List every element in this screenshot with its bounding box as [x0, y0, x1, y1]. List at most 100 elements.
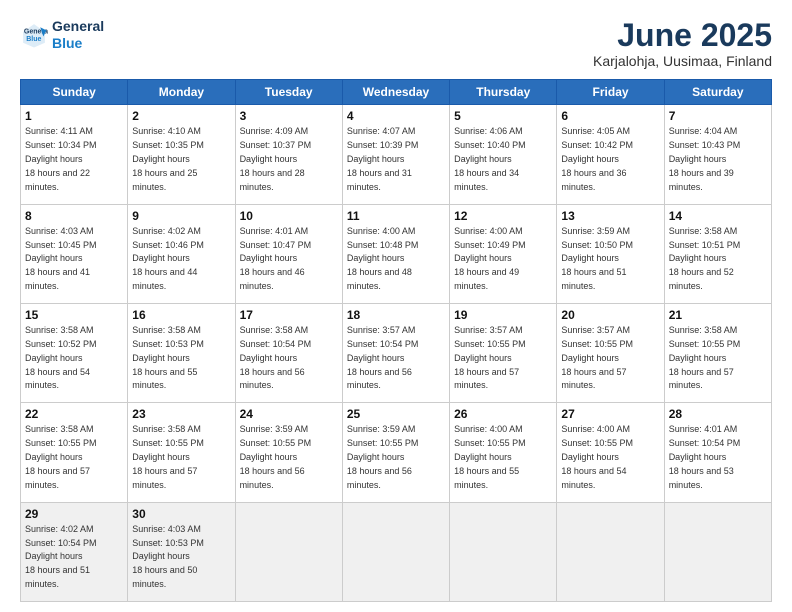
day-info: Sunrise: 3:59 AMSunset: 10:55 PMDaylight…: [347, 424, 419, 489]
table-row: 7 Sunrise: 4:04 AMSunset: 10:43 PMDayligh…: [664, 105, 771, 204]
col-monday: Monday: [128, 80, 235, 105]
day-number: 10: [240, 208, 338, 224]
logo-text-blue: Blue: [52, 35, 104, 52]
calendar-week-4: 22 Sunrise: 3:58 AMSunset: 10:55 PMDaylig…: [21, 403, 772, 502]
day-info: Sunrise: 4:00 AMSunset: 10:49 PMDaylight…: [454, 226, 526, 291]
table-row: 1Sunrise: 4:11 AMSunset: 10:34 PMDayligh…: [21, 105, 128, 204]
table-row: [664, 502, 771, 601]
day-number: 26: [454, 406, 552, 422]
table-row: 24 Sunrise: 3:59 AMSunset: 10:55 PMDaylig…: [235, 403, 342, 502]
table-row: 2 Sunrise: 4:10 AMSunset: 10:35 PMDayligh…: [128, 105, 235, 204]
table-row: 20Sunrise: 3:57 AMSunset: 10:55 PMDaylig…: [557, 303, 664, 402]
day-info: Sunrise: 4:01 AMSunset: 10:54 PMDaylight…: [669, 424, 741, 489]
day-number: 14: [669, 208, 767, 224]
day-info: Sunrise: 4:00 AMSunset: 10:55 PMDaylight…: [454, 424, 526, 489]
day-info: Sunrise: 4:00 AMSunset: 10:55 PMDaylight…: [561, 424, 633, 489]
day-number: 3: [240, 108, 338, 124]
day-info: Sunrise: 4:02 AMSunset: 10:54 PMDaylight…: [25, 524, 97, 589]
table-row: [450, 502, 557, 601]
day-info: Sunrise: 3:58 AMSunset: 10:55 PMDaylight…: [25, 424, 97, 489]
calendar-week-2: 8Sunrise: 4:03 AMSunset: 10:45 PMDayligh…: [21, 204, 772, 303]
day-number: 27: [561, 406, 659, 422]
day-info: Sunrise: 3:57 AMSunset: 10:55 PMDaylight…: [454, 325, 526, 390]
day-info: Sunrise: 3:58 AMSunset: 10:54 PMDaylight…: [240, 325, 312, 390]
table-row: [235, 502, 342, 601]
calendar-table: Sunday Monday Tuesday Wednesday Thursday…: [20, 79, 772, 602]
table-row: 22 Sunrise: 3:58 AMSunset: 10:55 PMDaylig…: [21, 403, 128, 502]
table-row: [342, 502, 449, 601]
day-info: Sunrise: 4:01 AMSunset: 10:47 PMDaylight…: [240, 226, 312, 291]
table-row: 10 Sunrise: 4:01 AMSunset: 10:47 PMDaylig…: [235, 204, 342, 303]
day-info: Sunrise: 3:57 AMSunset: 10:54 PMDaylight…: [347, 325, 419, 390]
svg-text:Blue: Blue: [26, 36, 41, 43]
day-number: 18: [347, 307, 445, 323]
page: General Blue General Blue June 2025 Karj…: [0, 0, 792, 612]
day-number: 21: [669, 307, 767, 323]
day-info: Sunrise: 4:02 AMSunset: 10:46 PMDaylight…: [132, 226, 204, 291]
table-row: 9 Sunrise: 4:02 AMSunset: 10:46 PMDayligh…: [128, 204, 235, 303]
logo-text-general: General: [52, 18, 104, 35]
table-row: 27 Sunrise: 4:00 AMSunset: 10:55 PMDaylig…: [557, 403, 664, 502]
day-number: 12: [454, 208, 552, 224]
calendar-week-1: 1Sunrise: 4:11 AMSunset: 10:34 PMDayligh…: [21, 105, 772, 204]
col-wednesday: Wednesday: [342, 80, 449, 105]
table-row: [557, 502, 664, 601]
day-info: Sunrise: 4:05 AMSunset: 10:42 PMDaylight…: [561, 126, 633, 191]
table-row: 19 Sunrise: 3:57 AMSunset: 10:55 PMDaylig…: [450, 303, 557, 402]
day-info: Sunrise: 4:03 AMSunset: 10:53 PMDaylight…: [132, 524, 204, 589]
day-number: 29: [25, 506, 123, 522]
day-info: Sunrise: 4:07 AMSunset: 10:39 PMDaylight…: [347, 126, 419, 191]
day-info: Sunrise: 3:59 AMSunset: 10:55 PMDaylight…: [240, 424, 312, 489]
day-number: 22: [25, 406, 123, 422]
table-row: 28 Sunrise: 4:01 AMSunset: 10:54 PMDaylig…: [664, 403, 771, 502]
month-title: June 2025: [593, 18, 772, 53]
table-row: 12 Sunrise: 4:00 AMSunset: 10:49 PMDaylig…: [450, 204, 557, 303]
day-number: 9: [132, 208, 230, 224]
day-number: 6: [561, 108, 659, 124]
day-info: Sunrise: 3:58 AMSunset: 10:55 PMDaylight…: [132, 424, 204, 489]
day-number: 4: [347, 108, 445, 124]
day-info: Sunrise: 4:10 AMSunset: 10:35 PMDaylight…: [132, 126, 204, 191]
day-number: 1: [25, 108, 123, 124]
table-row: 11Sunrise: 4:00 AMSunset: 10:48 PMDaylig…: [342, 204, 449, 303]
table-row: 23 Sunrise: 3:58 AMSunset: 10:55 PMDaylig…: [128, 403, 235, 502]
calendar-week-3: 15Sunrise: 3:58 AMSunset: 10:52 PMDaylig…: [21, 303, 772, 402]
title-block: June 2025 Karjalohja, Uusimaa, Finland: [593, 18, 772, 69]
day-number: 24: [240, 406, 338, 422]
day-number: 17: [240, 307, 338, 323]
day-number: 8: [25, 208, 123, 224]
table-row: 16 Sunrise: 3:58 AMSunset: 10:53 PMDaylig…: [128, 303, 235, 402]
day-info: Sunrise: 4:04 AMSunset: 10:43 PMDaylight…: [669, 126, 741, 191]
col-sunday: Sunday: [21, 80, 128, 105]
table-row: 14 Sunrise: 3:58 AMSunset: 10:51 PMDaylig…: [664, 204, 771, 303]
day-number: 13: [561, 208, 659, 224]
table-row: 5Sunrise: 4:06 AMSunset: 10:40 PMDayligh…: [450, 105, 557, 204]
day-number: 30: [132, 506, 230, 522]
header: General Blue General Blue June 2025 Karj…: [20, 18, 772, 69]
day-info: Sunrise: 3:58 AMSunset: 10:51 PMDaylight…: [669, 226, 741, 291]
calendar-week-5: 29 Sunrise: 4:02 AMSunset: 10:54 PMDaylig…: [21, 502, 772, 601]
table-row: 4 Sunrise: 4:07 AMSunset: 10:39 PMDayligh…: [342, 105, 449, 204]
table-row: 29 Sunrise: 4:02 AMSunset: 10:54 PMDaylig…: [21, 502, 128, 601]
table-row: 18 Sunrise: 3:57 AMSunset: 10:54 PMDaylig…: [342, 303, 449, 402]
day-info: Sunrise: 3:59 AMSunset: 10:50 PMDaylight…: [561, 226, 633, 291]
day-number: 19: [454, 307, 552, 323]
day-number: 7: [669, 108, 767, 124]
table-row: 8Sunrise: 4:03 AMSunset: 10:45 PMDayligh…: [21, 204, 128, 303]
day-number: 16: [132, 307, 230, 323]
col-thursday: Thursday: [450, 80, 557, 105]
day-number: 23: [132, 406, 230, 422]
day-number: 28: [669, 406, 767, 422]
table-row: 30 Sunrise: 4:03 AMSunset: 10:53 PMDaylig…: [128, 502, 235, 601]
logo-icon: General Blue: [20, 21, 48, 49]
calendar-header-row: Sunday Monday Tuesday Wednesday Thursday…: [21, 80, 772, 105]
day-number: 15: [25, 307, 123, 323]
day-info: Sunrise: 3:58 AMSunset: 10:53 PMDaylight…: [132, 325, 204, 390]
col-friday: Friday: [557, 80, 664, 105]
table-row: 17 Sunrise: 3:58 AMSunset: 10:54 PMDaylig…: [235, 303, 342, 402]
col-tuesday: Tuesday: [235, 80, 342, 105]
day-number: 2: [132, 108, 230, 124]
table-row: 6 Sunrise: 4:05 AMSunset: 10:42 PMDayligh…: [557, 105, 664, 204]
table-row: 25Sunrise: 3:59 AMSunset: 10:55 PMDaylig…: [342, 403, 449, 502]
day-number: 5: [454, 108, 552, 124]
